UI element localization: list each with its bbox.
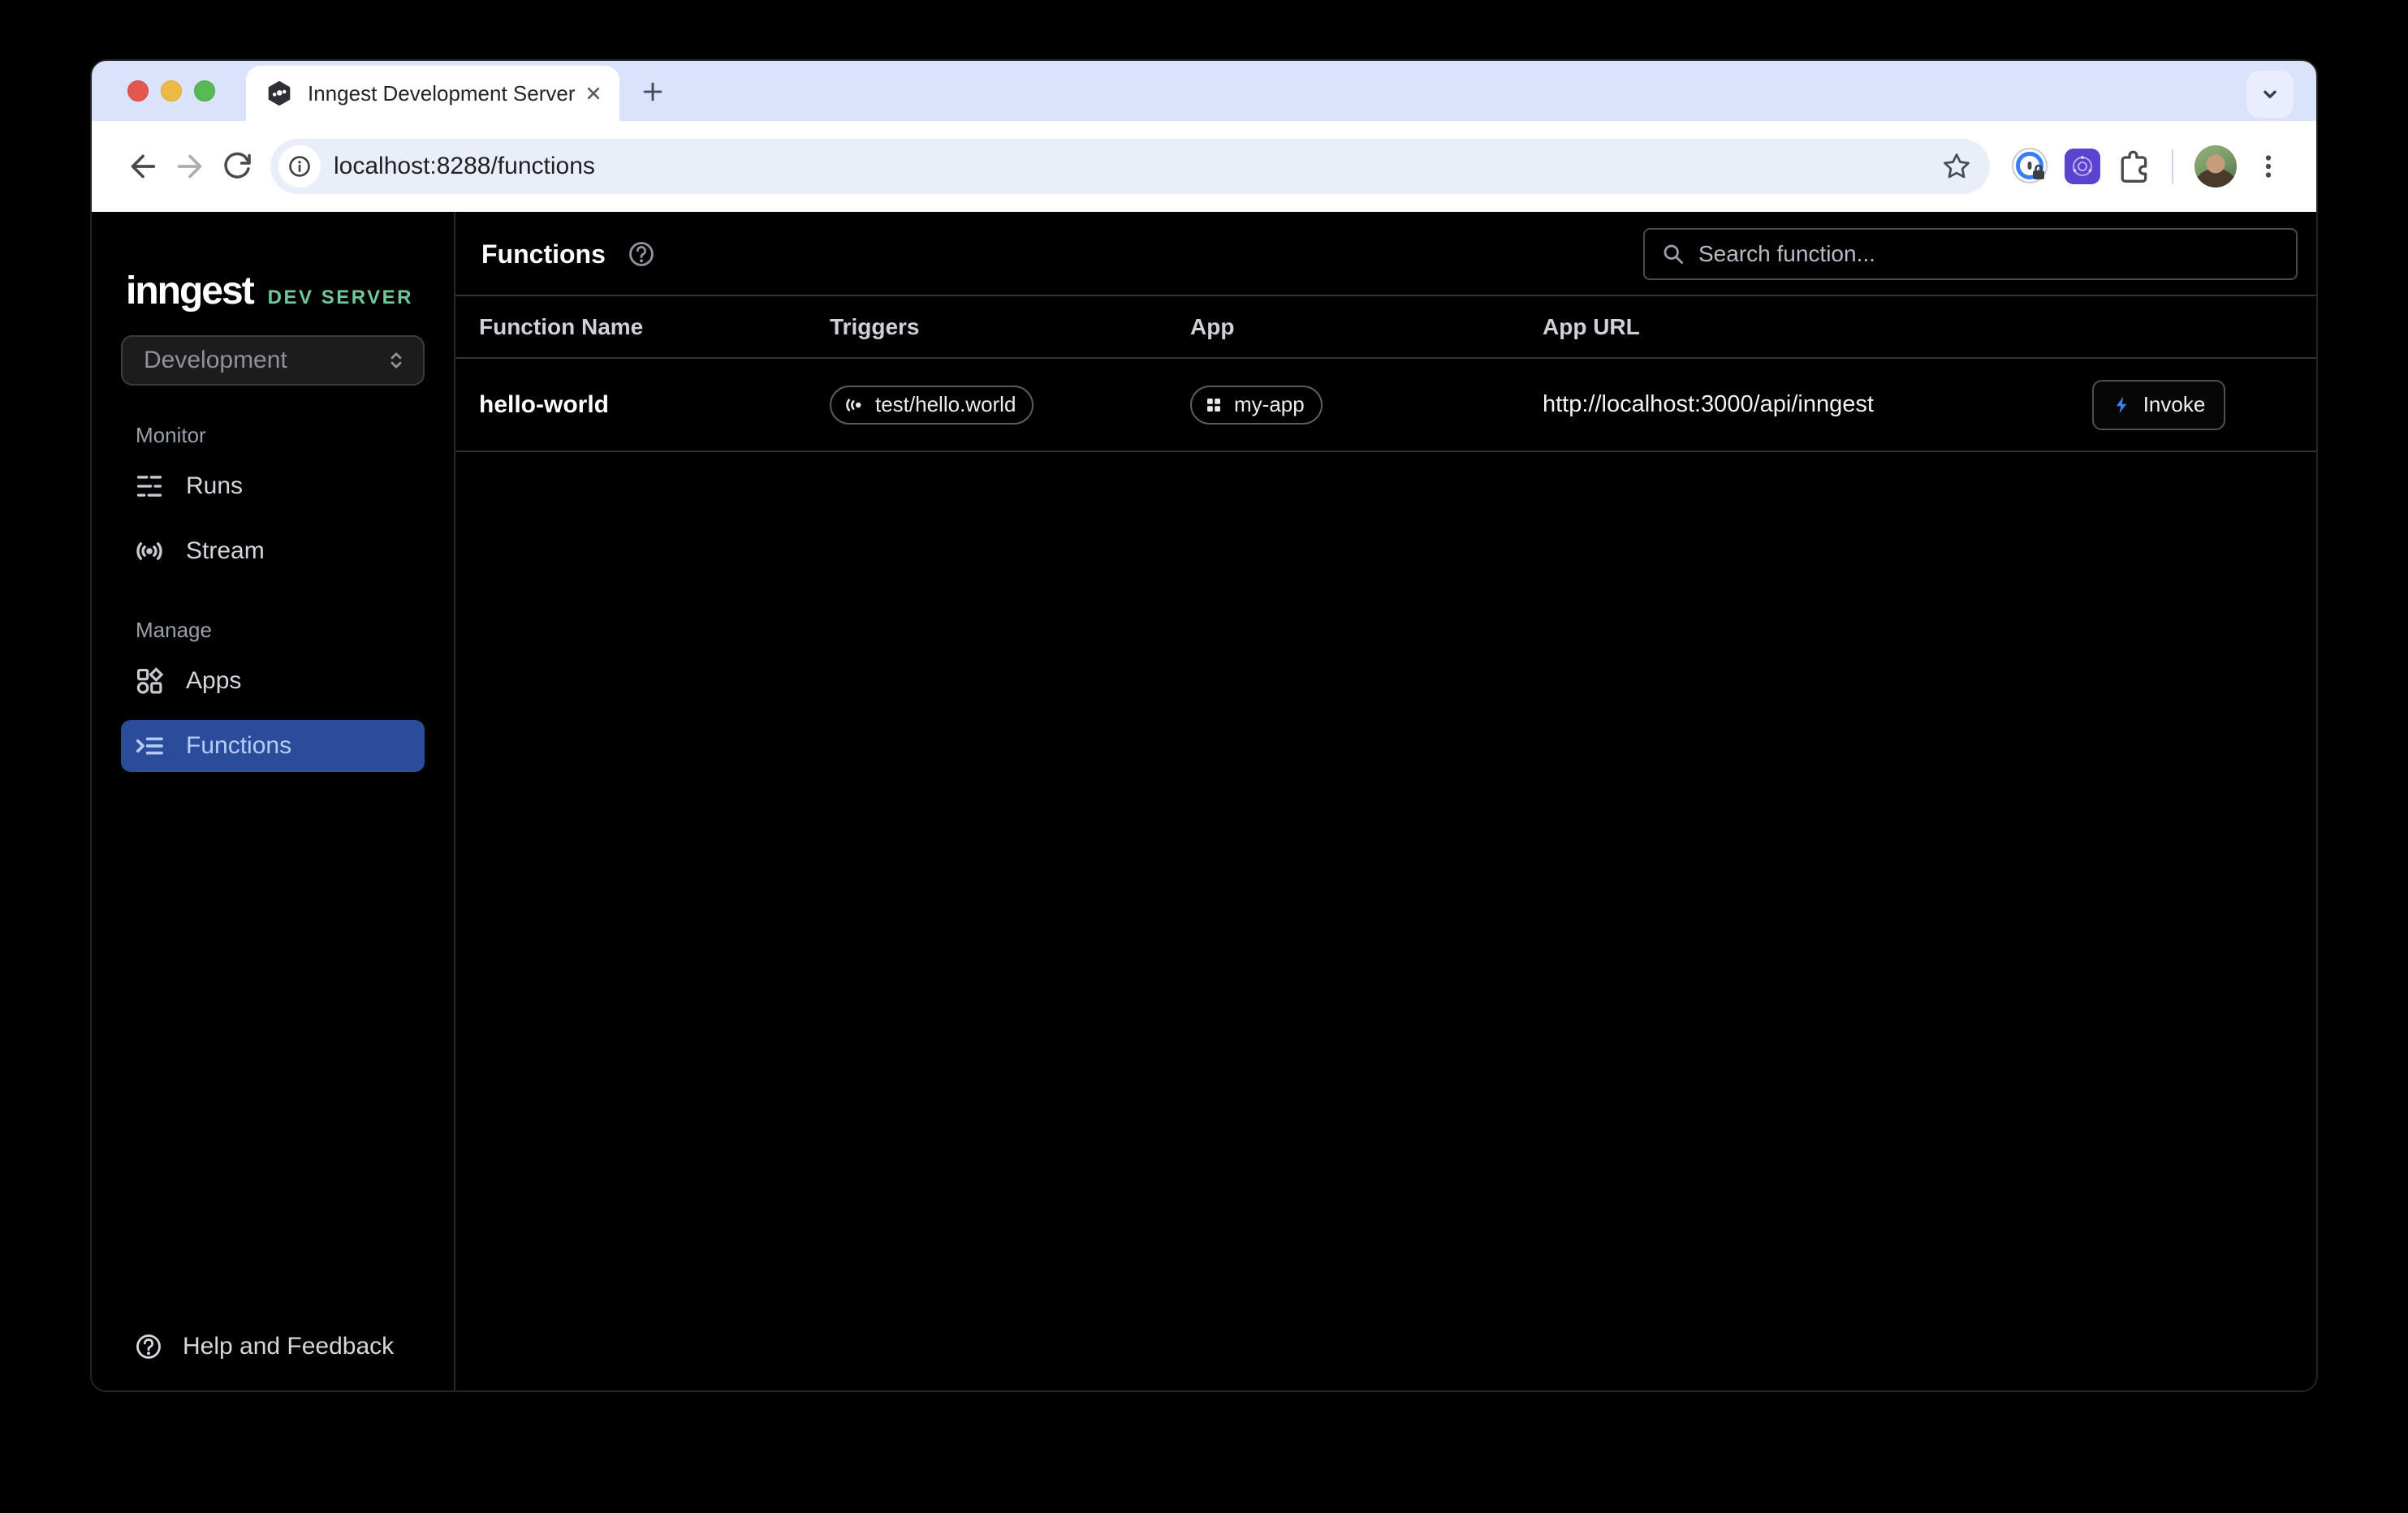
sidebar: inngest DEV SERVER Development Monitor R… xyxy=(92,212,455,1390)
close-window-button[interactable] xyxy=(127,80,149,101)
stream-icon xyxy=(134,536,165,567)
function-name-cell: hello-world xyxy=(479,391,830,419)
help-and-feedback[interactable]: Help and Feedback xyxy=(121,1324,425,1369)
sidebar-item-label: Stream xyxy=(186,537,265,565)
browser-window: Inngest Development Server localhost:828… xyxy=(90,59,2318,1392)
environment-selector-value: Development xyxy=(144,347,287,374)
forward-arrow-icon xyxy=(174,150,206,183)
tab-strip: Inngest Development Server xyxy=(92,61,2316,121)
password-manager-extension-icon[interactable] xyxy=(2010,147,2049,186)
back-button[interactable] xyxy=(119,143,166,190)
question-circle-icon xyxy=(627,239,656,269)
functions-icon xyxy=(134,731,165,761)
apps-icon xyxy=(134,666,165,696)
table-header: Function Name Triggers App App URL xyxy=(455,295,2316,359)
purple-extension-icon[interactable] xyxy=(2064,148,2101,185)
search-input[interactable] xyxy=(1698,241,2280,267)
app-grid-icon xyxy=(1204,395,1223,415)
extensions-puzzle-button[interactable] xyxy=(2116,149,2151,184)
environment-selector[interactable]: Development xyxy=(121,335,425,386)
fullscreen-window-button[interactable] xyxy=(194,80,215,101)
main-header: Functions xyxy=(455,212,2316,283)
inngest-favicon-icon xyxy=(265,80,293,107)
help-label: Help and Feedback xyxy=(183,1333,394,1360)
sidebar-item-functions[interactable]: Functions xyxy=(121,720,425,772)
main-content: Functions Function Name Triggers App App… xyxy=(455,212,2316,1390)
minimize-window-button[interactable] xyxy=(161,80,182,101)
event-trigger-icon xyxy=(844,394,865,416)
reload-icon xyxy=(222,151,252,182)
section-label-manage: Manage xyxy=(136,618,425,640)
invoke-label: Invoke xyxy=(2143,392,2206,417)
function-search xyxy=(1643,228,2298,280)
col-app-url: App URL xyxy=(1543,314,2092,340)
trigger-badge: test/hello.world xyxy=(830,386,1034,425)
sidebar-item-apps[interactable]: Apps xyxy=(121,655,425,707)
puzzle-icon xyxy=(2116,149,2151,184)
chevron-down-icon xyxy=(2257,81,2283,107)
back-arrow-icon xyxy=(127,150,159,183)
col-function-name: Function Name xyxy=(479,314,830,340)
profile-avatar[interactable] xyxy=(2194,145,2237,188)
toolbar-divider xyxy=(2172,149,2173,183)
invoke-button[interactable]: Invoke xyxy=(2092,380,2225,430)
sidebar-item-label: Runs xyxy=(186,472,243,500)
section-label-monitor: Monitor xyxy=(136,423,425,446)
inngest-app: inngest DEV SERVER Development Monitor R… xyxy=(92,212,2316,1390)
window-controls xyxy=(127,80,215,101)
browser-toolbar: localhost:8288/functions xyxy=(92,121,2316,212)
col-app: App xyxy=(1190,314,1543,340)
question-circle-icon xyxy=(134,1332,163,1361)
inngest-wordmark: inngest xyxy=(126,269,253,313)
address-bar[interactable]: localhost:8288/functions xyxy=(270,139,1990,194)
info-icon xyxy=(287,153,313,179)
sidebar-item-label: Functions xyxy=(186,732,291,760)
reload-button[interactable] xyxy=(214,143,261,190)
sidebar-item-label: Apps xyxy=(186,667,241,695)
forward-button[interactable] xyxy=(166,143,214,190)
browser-tab[interactable]: Inngest Development Server xyxy=(246,66,619,121)
sidebar-item-stream[interactable]: Stream xyxy=(121,525,425,577)
bookmark-star-button[interactable] xyxy=(1941,151,1972,182)
functions-help-button[interactable] xyxy=(627,239,656,269)
dev-server-badge: DEV SERVER xyxy=(268,287,413,309)
runs-icon xyxy=(134,471,165,502)
app-label: my-app xyxy=(1234,392,1305,417)
chevron-updown-icon xyxy=(384,348,408,373)
trigger-label: test/hello.world xyxy=(875,392,1016,417)
functions-table: Function Name Triggers App App URL hello… xyxy=(455,295,2316,452)
search-icon xyxy=(1661,242,1685,266)
table-row[interactable]: hello-world test/hello.world my-app http… xyxy=(455,359,2316,452)
app-url-cell: http://localhost:3000/api/inngest xyxy=(1543,391,2092,418)
page-title: Functions xyxy=(481,239,606,269)
sidebar-item-runs[interactable]: Runs xyxy=(121,460,425,512)
tab-title: Inngest Development Server xyxy=(308,81,582,106)
logo: inngest DEV SERVER xyxy=(121,269,425,314)
col-triggers: Triggers xyxy=(830,314,1190,340)
site-info-button[interactable] xyxy=(278,145,321,188)
new-tab-button[interactable] xyxy=(634,73,671,110)
url-text: localhost:8288/functions xyxy=(334,153,1941,180)
star-icon xyxy=(1941,151,1972,182)
tab-close-icon[interactable] xyxy=(582,82,605,105)
tab-search-button[interactable] xyxy=(2246,71,2294,118)
browser-menu-button[interactable] xyxy=(2245,143,2292,190)
kebab-menu-icon xyxy=(2254,152,2283,181)
app-badge: my-app xyxy=(1190,386,1323,425)
lightning-bolt-icon xyxy=(2112,395,2132,415)
